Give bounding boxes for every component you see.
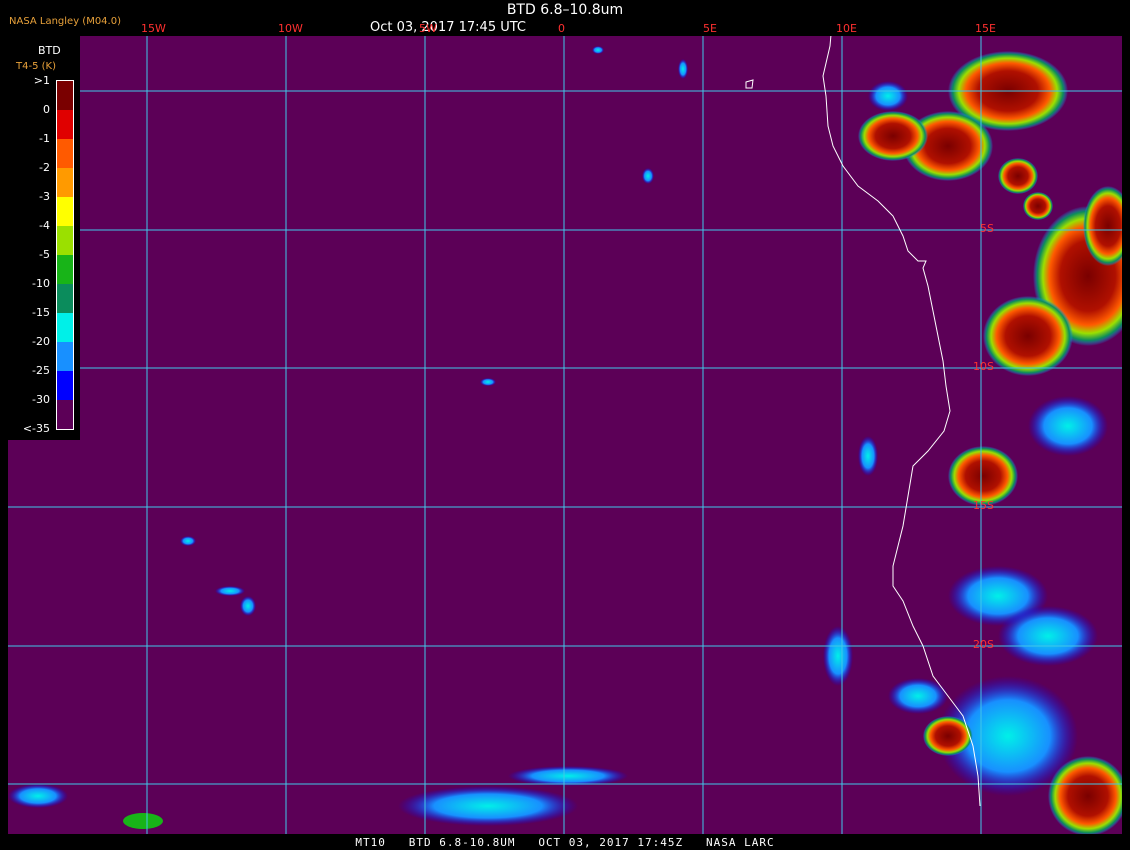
legend-swatch [57, 284, 73, 313]
lat-label: 5S [980, 222, 994, 235]
cloud-layer [858, 51, 1122, 834]
legend-tick-label: -3 [39, 190, 50, 203]
legend-colorbar [56, 80, 74, 430]
lat-label: 20S [973, 638, 994, 651]
source-label: NASA Langley (M04.0) [9, 16, 121, 27]
satellite-map[interactable] [8, 36, 1122, 834]
lon-label: 10E [836, 22, 857, 35]
island-outline [745, 79, 754, 89]
legend-tick-label: -15 [32, 306, 50, 319]
lat-label: 15S [973, 499, 994, 512]
lat-label: 10S [973, 360, 994, 373]
legend-swatch [57, 342, 73, 371]
legend-swatch [57, 313, 73, 342]
lon-label: 10W [278, 22, 303, 35]
legend-tick-label: -4 [39, 219, 50, 232]
legend-swatch [57, 400, 73, 429]
footer-caption: MT10 BTD 6.8-10.8UM OCT 03, 2017 17:45Z … [355, 836, 775, 849]
observation-time: Oct 03, 2017 17:45 UTC [370, 20, 526, 35]
product-title: BTD 6.8–10.8um [506, 2, 624, 18]
lon-label: 15W [141, 22, 166, 35]
legend-swatch [57, 226, 73, 255]
legend-tick-label: -5 [39, 248, 50, 261]
legend-tick-label: -1 [39, 132, 50, 145]
legend-swatch [57, 255, 73, 284]
legend-swatch [57, 139, 73, 168]
scattered-clouds [8, 46, 878, 829]
lon-label: 5W [419, 22, 437, 35]
lon-label: 15E [975, 22, 996, 35]
legend-swatch [57, 371, 73, 400]
map-layer [8, 36, 1122, 834]
legend-tick-label: 0 [43, 103, 50, 116]
legend-tick-label: >1 [33, 74, 50, 87]
legend-swatch [57, 197, 73, 226]
legend-swatch [57, 81, 73, 110]
legend-subtitle: T4-5 (K) [16, 61, 56, 72]
legend-swatch [57, 110, 73, 139]
legend-tick-label: -2 [39, 161, 50, 174]
lon-label: 5E [703, 22, 717, 35]
legend-tick-label: -30 [32, 393, 50, 406]
legend-title: BTD [38, 44, 61, 57]
legend-tick-label: -10 [32, 277, 50, 290]
lon-label: 0 [558, 22, 565, 35]
legend-tick-label: <-35 [22, 422, 50, 435]
legend-tick-label: -25 [32, 364, 50, 377]
legend-tick-label: -20 [32, 335, 50, 348]
legend-swatch [57, 168, 73, 197]
